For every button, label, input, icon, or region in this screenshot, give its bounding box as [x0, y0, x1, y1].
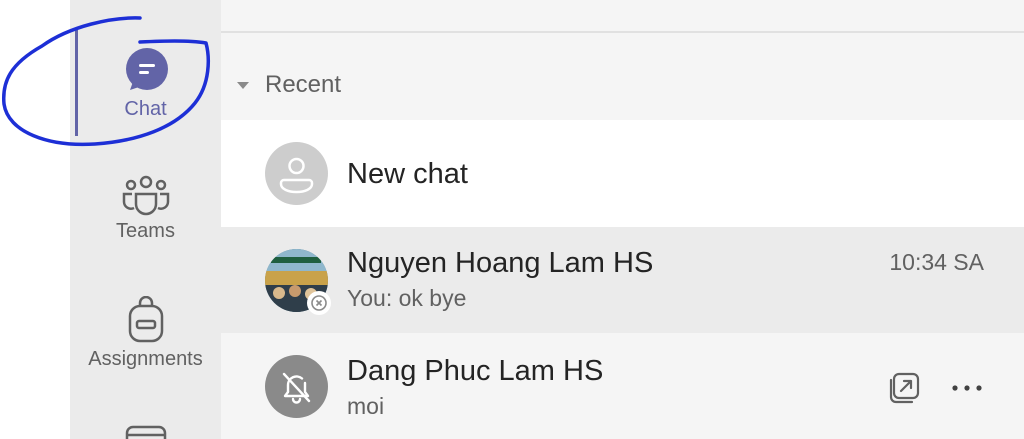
chat-item-dang-phuc-lam[interactable]: Dang Phuc Lam HS moi — [221, 333, 1024, 439]
assignments-icon — [128, 296, 163, 343]
app-bar: Chat Teams Assignments — [70, 0, 221, 439]
person-icon — [279, 157, 314, 194]
pop-out-chat-button[interactable] — [887, 371, 921, 405]
chat-name: Nguyen Hoang Lam HS — [347, 247, 654, 279]
offline-status-badge — [307, 291, 331, 315]
app-bar-label: Chat — [124, 98, 167, 120]
offline-icon — [311, 295, 327, 311]
bell-off-icon — [282, 372, 311, 404]
last-message-preview: moi — [347, 393, 385, 419]
left-margin — [0, 0, 70, 439]
avatar — [265, 142, 328, 205]
app-bar-item-assignments[interactable]: Assignments — [70, 296, 221, 371]
section-title: Recent — [265, 71, 342, 98]
chat-item-nguyen-hoang-lam[interactable]: Nguyen Hoang Lam HS You: ok bye 10:34 SA — [221, 227, 1024, 333]
chat-name: Dang Phuc Lam HS — [347, 355, 604, 387]
avatar — [265, 355, 328, 418]
caret-down-icon — [237, 81, 249, 89]
timestamp: 10:34 SA — [889, 249, 984, 275]
app-bar-item-chat[interactable]: Chat — [70, 46, 221, 121]
chat-list-header — [221, 0, 1024, 33]
more-options-button[interactable] — [949, 371, 985, 405]
avatar — [265, 249, 331, 315]
recent-section-toggle[interactable]: Recent — [221, 62, 1024, 108]
chat-list-pane: Recent New chat Nguyen Hoang Lam HS You:… — [221, 0, 1024, 439]
new-chat-item[interactable]: New chat — [221, 120, 1024, 227]
popout-icon — [889, 372, 920, 404]
app-bar-item-calendar[interactable] — [70, 424, 221, 439]
chat-icon — [125, 48, 168, 90]
teams-icon — [122, 175, 169, 216]
app-bar-item-teams[interactable]: Teams — [70, 174, 221, 243]
calendar-icon — [125, 425, 166, 439]
last-message-preview: You: ok bye — [347, 285, 467, 311]
app-bar-label: Assignments — [88, 348, 203, 370]
chat-name: New chat — [347, 158, 468, 190]
more-options-icon — [952, 385, 982, 391]
app-bar-label: Teams — [116, 220, 175, 242]
